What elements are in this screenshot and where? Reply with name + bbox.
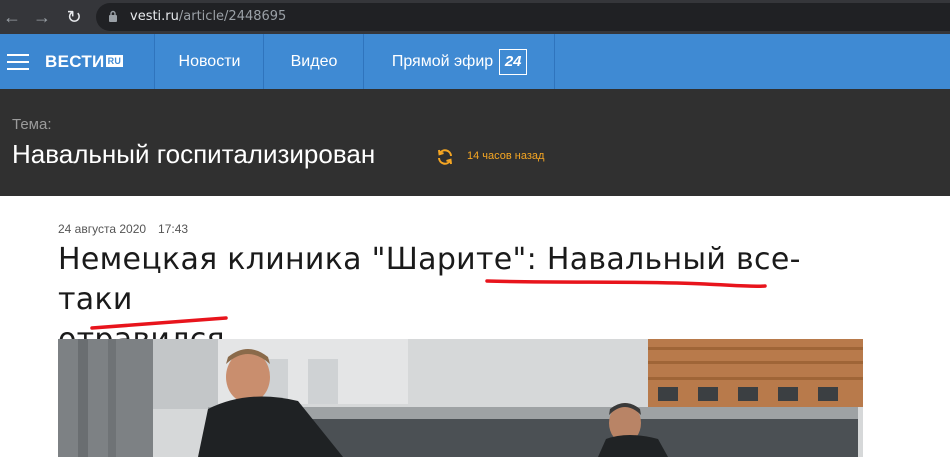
article-date: 24 августа 2020 <box>58 222 147 236</box>
nav-live-label: Прямой эфир <box>391 53 494 70</box>
refresh-icon <box>438 149 452 165</box>
nav-video-label: Видео <box>290 53 338 70</box>
topic-banner: Тема: Навальный госпитализирован 14 часо… <box>0 89 950 196</box>
forward-arrow-icon[interactable]: → <box>30 5 54 29</box>
browser-toolbar: ← → ↻ vesti.ru/article/2448695 <box>0 0 950 34</box>
logo-suffix: RU <box>105 55 124 67</box>
reload-icon[interactable]: ↻ <box>62 5 86 29</box>
article-time: 17:43 <box>158 222 189 236</box>
headline-part-1: Немецкая клиника "Шарите": <box>58 242 547 277</box>
url-path: /article/2448695 <box>178 9 287 24</box>
photo-image <box>58 339 863 457</box>
nav-news-label: Новости <box>178 53 241 70</box>
lock-icon <box>109 10 117 22</box>
back-arrow-icon[interactable]: ← <box>0 5 24 29</box>
nav-live[interactable]: Прямой эфир 24 <box>365 34 555 89</box>
topic-title[interactable]: Навальный госпитализирован <box>12 139 375 170</box>
url-text: vesti.ru/article/2448695 <box>130 9 286 24</box>
topic-updated-time: 14 часов назад <box>467 150 545 162</box>
nav-news[interactable]: Новости <box>156 34 264 89</box>
site-logo[interactable]: ВЕСТИ RU <box>45 52 124 72</box>
logo-area: ВЕСТИ RU <box>0 34 155 89</box>
topic-label: Тема: <box>12 116 52 133</box>
url-host: vesti.ru <box>130 9 179 24</box>
address-bar[interactable]: vesti.ru/article/2448695 <box>96 3 950 31</box>
article-photo[interactable] <box>58 339 863 457</box>
nav-video[interactable]: Видео <box>265 34 364 89</box>
article-meta: 24 августа 2020 17:43 <box>58 222 188 236</box>
hamburger-menu-icon[interactable] <box>7 54 29 70</box>
logo-text: ВЕСТИ <box>45 52 105 71</box>
site-header: ВЕСТИ RU Новости Видео Прямой эфир 24 <box>0 34 950 89</box>
live-24-badge: 24 <box>499 48 528 75</box>
